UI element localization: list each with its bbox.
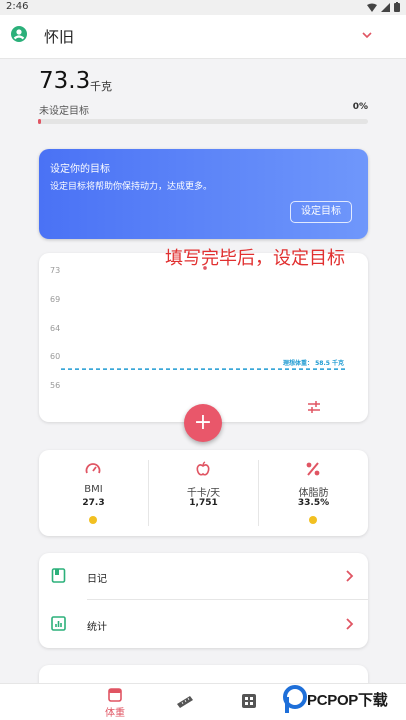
profile-name[interactable]: 怀旧 (44, 26, 74, 47)
stat-calories[interactable]: 千卡/天 1,751 (149, 450, 258, 536)
ruler-icon[interactable] (176, 694, 194, 708)
watermark-logo: PCPOP下载 (283, 683, 406, 720)
gauge-icon (85, 463, 101, 474)
scale-icon (108, 688, 122, 702)
goal-progress-bar (38, 119, 368, 124)
stats-card: BMI 27.3 千卡/天 1,751 体脂肪 33.5% (39, 450, 368, 536)
menu-card: 日记 统计 (39, 553, 368, 648)
nav-tab-weight[interactable]: 体重 (0, 684, 150, 720)
diary-icon (51, 568, 66, 583)
stat-label: BMI (84, 484, 103, 495)
status-dot (309, 516, 317, 524)
watermark-logo-mark (283, 685, 307, 713)
stat-label: 千卡/天 (186, 488, 221, 499)
y-tick-label: 69 (50, 295, 60, 304)
weight-chart: 73 69 64 60 56 理想体重： 58.5 千克 (50, 266, 345, 390)
status-bar: 2:46 (0, 0, 406, 15)
goal-status-label: 未设定目标 (39, 106, 89, 117)
stat-value: 1,751 (189, 498, 218, 508)
goal-card-heading: 设定你的目标 (50, 164, 110, 175)
goal-progress-fill (38, 119, 41, 124)
set-goal-card: 设定你的目标 设定目标将帮助你保持动力，达成更多。 设定目标 (39, 149, 368, 239)
y-tick-label: 64 (50, 324, 60, 333)
menu-divider (87, 599, 368, 600)
overlay-annotation: 填写完毕后，设定目标 (165, 248, 345, 269)
wifi-icon (367, 3, 377, 12)
grid-icon[interactable] (242, 694, 256, 708)
chevron-down-icon[interactable] (361, 29, 373, 41)
menu-item-label: 日记 (87, 574, 107, 585)
current-weight-unit: 千克 (90, 80, 112, 93)
goal-card-subtitle: 设定目标将帮助你保持动力，达成更多。 (50, 182, 213, 192)
statistics-icon (51, 616, 66, 631)
menu-item-label: 统计 (87, 622, 107, 633)
percent-icon (306, 462, 320, 476)
menu-item-statistics[interactable]: 统计 (39, 601, 368, 647)
chevron-right-icon (346, 618, 354, 630)
y-tick-label: 60 (50, 352, 60, 361)
watermark-text: PCPOP下载 (307, 692, 388, 709)
add-entry-button[interactable]: + (184, 404, 222, 442)
stat-bmi[interactable]: BMI 27.3 (39, 450, 148, 536)
stat-value: 33.5% (297, 498, 330, 508)
goal-progress-percent: 0% (352, 102, 368, 112)
adjust-settings-icon[interactable] (307, 400, 321, 414)
weight-chart-card: 73 69 64 60 56 理想体重： 58.5 千克 (39, 253, 368, 422)
chevron-right-icon (346, 570, 354, 582)
signal-icon (381, 2, 390, 12)
menu-item-diary[interactable]: 日记 (39, 553, 368, 599)
y-tick-label: 73 (50, 266, 60, 275)
nav-tab-label: 体重 (105, 708, 125, 719)
app-bar: 怀旧 (0, 15, 406, 59)
stat-label: 体脂肪 (298, 488, 329, 499)
stat-value: 27.3 (82, 498, 105, 508)
ideal-weight-label: 理想体重： 58.5 千克 (283, 359, 344, 367)
stat-body-fat[interactable]: 体脂肪 33.5% (259, 450, 368, 536)
battery-icon (394, 2, 400, 12)
y-tick-label: 56 (50, 381, 60, 390)
current-weight-value: 73.3 (39, 68, 91, 94)
apple-icon (196, 461, 210, 476)
system-icons (367, 2, 400, 12)
status-dot (89, 516, 97, 524)
status-time: 2:46 (6, 1, 29, 12)
account-icon[interactable] (11, 26, 27, 42)
set-goal-button[interactable]: 设定目标 (290, 201, 352, 223)
